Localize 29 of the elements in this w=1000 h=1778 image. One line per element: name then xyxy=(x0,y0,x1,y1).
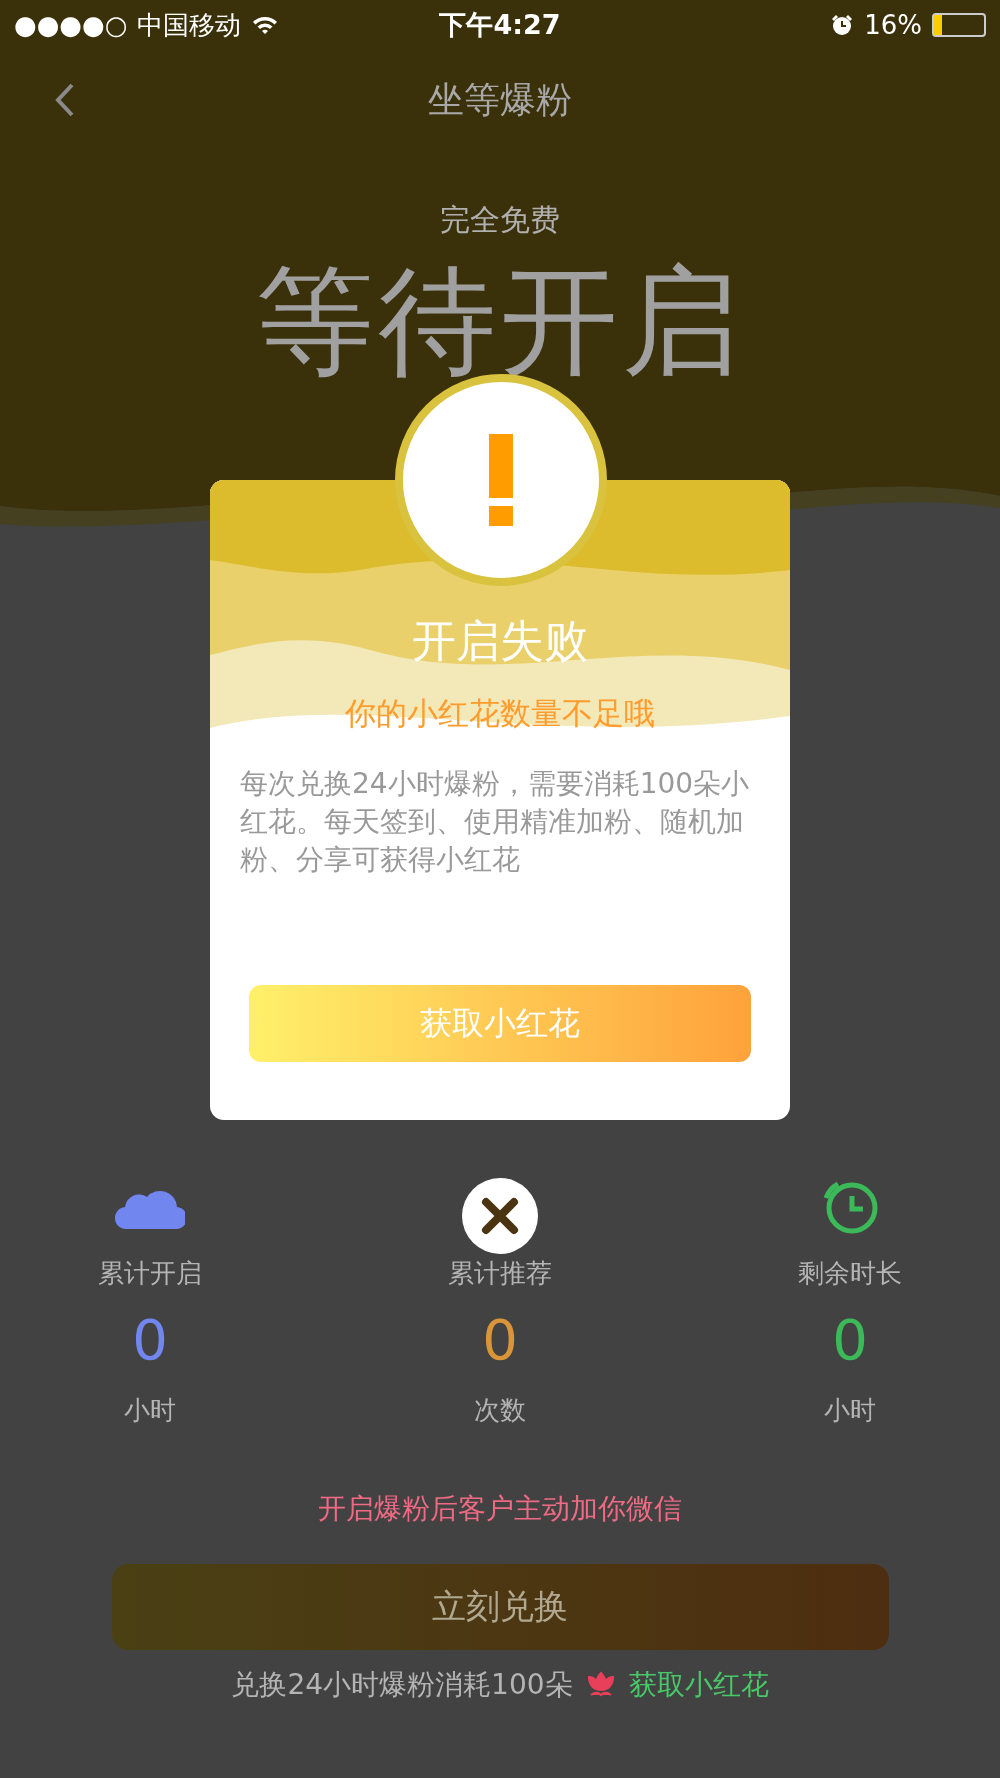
hero-subtitle: 完全免费 xyxy=(440,201,560,239)
dialog-message: 每次兑换24小时爆粉，需要消耗100朵小红花。每天签到、使用精准加粉、随机加粉、分享可获得小红花 xyxy=(239,766,751,878)
carrier-name: 中国移动 xyxy=(137,8,242,42)
stat-label: 剩余时长 xyxy=(798,1257,902,1290)
exclamation-icon xyxy=(489,434,513,526)
hero-status: 等待开启 xyxy=(256,251,744,391)
signal-strength: ●●●●○ xyxy=(14,10,128,40)
stat-value: 0 xyxy=(832,1306,868,1374)
stat-label: 累计推荐 xyxy=(448,1257,552,1290)
dialog-subtitle: 你的小红花数量不足哦 xyxy=(345,694,655,733)
battery-percent: 16% xyxy=(864,10,922,40)
dialog-title: 开启失败 xyxy=(412,614,588,668)
stat-unit: 小时 xyxy=(124,1394,176,1427)
clock-time: 下午4:27 xyxy=(439,8,561,42)
close-icon xyxy=(481,1197,519,1235)
get-flowers-link[interactable]: 获取小红花 xyxy=(628,1666,769,1704)
alarm-icon xyxy=(830,13,855,37)
stat-unit: 次数 xyxy=(474,1394,526,1427)
redeem-button[interactable]: 立刻兑换 xyxy=(111,1564,889,1650)
cost-text: 兑换24小时爆粉消耗100朵 xyxy=(231,1667,573,1703)
stat-value: 0 xyxy=(482,1306,518,1374)
page-title: 坐等爆粉 xyxy=(428,77,572,122)
stat-label: 累计开启 xyxy=(98,1257,202,1290)
back-icon[interactable] xyxy=(54,82,76,118)
stat-value: 0 xyxy=(132,1306,168,1374)
stat-unit: 小时 xyxy=(824,1394,876,1427)
battery-icon xyxy=(932,13,986,37)
wifi-icon xyxy=(251,14,280,36)
notice-text: 开启爆粉后客户主动加你微信 xyxy=(318,1491,682,1527)
